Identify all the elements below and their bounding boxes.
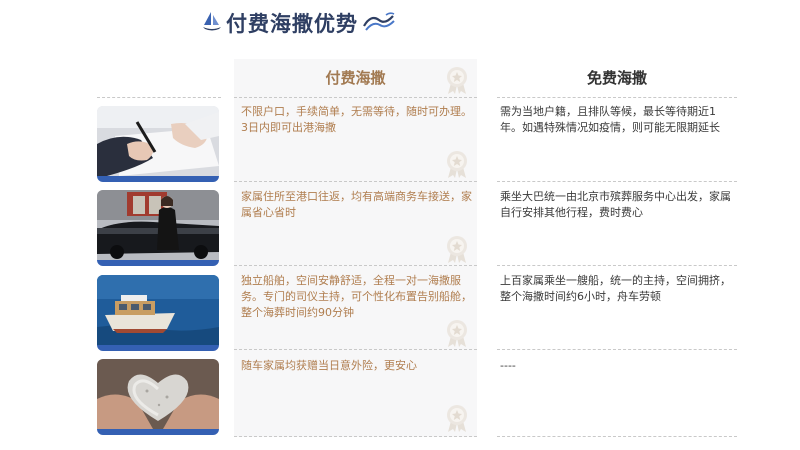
paid-cell-2: 家属住所至港口往返，均有高端商务车接送，家属省心省时	[241, 190, 472, 219]
row-divider	[234, 265, 477, 266]
free-cell-1: 需为当地户籍，且排队等候，最长等待期近1年。如遇特殊情况如疫情，则可能无限期延长	[500, 105, 720, 134]
row-divider	[97, 97, 221, 98]
private-boat-at-sea-photo	[97, 275, 219, 351]
row-divider	[497, 349, 737, 350]
free-cell-4: ----	[500, 359, 516, 372]
row-divider	[234, 97, 477, 98]
free-column-header: 免费海撒	[586, 69, 647, 87]
medal-icon	[444, 403, 470, 433]
row-divider	[497, 181, 737, 182]
signing-document-photo	[97, 106, 219, 182]
paid-cell-3: 独立船舶，空间安静舒适，全程一对一海撒服务。专门的司仪主持，可个性化布置告别船舱…	[241, 274, 472, 319]
wave-icon	[362, 10, 396, 36]
medal-icon	[444, 318, 470, 348]
paid-column-header: 付费海撒	[325, 69, 386, 87]
medal-icon	[444, 149, 470, 179]
paid-cell-1: 不限户口，手续简单，无需等待，随时可办理。3日内即可出港海撒	[241, 105, 472, 134]
business-car-escort-photo	[97, 190, 219, 266]
row-divider	[497, 265, 737, 266]
free-cell-3: 上百家属乘坐一艘船，统一的主持，空间拥挤，整个海撒时间约6小时，舟车劳顿	[500, 274, 731, 303]
paid-cell-4: 随车家属均获赠当日意外险，更安心	[241, 359, 417, 372]
row-divider	[234, 349, 477, 350]
free-cell-2: 乘坐大巴统一由北京市殡葬服务中心出发，家属自行安排其他行程，费时费心	[500, 190, 731, 219]
page-title: 付费海撒优势	[226, 12, 358, 36]
medal-icon	[444, 65, 470, 95]
medal-icon	[444, 234, 470, 264]
heart-stone-in-hands-photo	[97, 359, 219, 435]
sailboat-icon	[202, 10, 222, 36]
row-divider	[497, 97, 737, 98]
row-divider	[497, 436, 737, 437]
row-divider	[234, 436, 477, 437]
row-divider	[234, 181, 477, 182]
page-header: 付费海撒优势	[202, 8, 396, 38]
